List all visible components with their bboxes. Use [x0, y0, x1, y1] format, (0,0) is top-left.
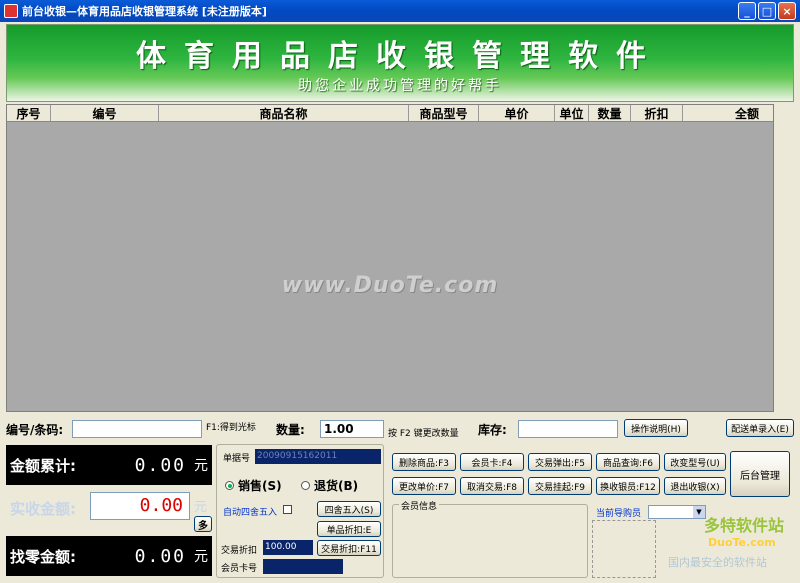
change-price-button[interactable]: 更改单价:F7	[392, 477, 456, 495]
trade-popup-button[interactable]: 交易弹出:F5	[528, 453, 592, 471]
col-name[interactable]: 商品名称	[159, 105, 409, 121]
col-model[interactable]: 商品型号	[409, 105, 479, 121]
member-card-input[interactable]	[263, 559, 343, 574]
total-label: 金额累计:	[10, 456, 76, 475]
exit-cashier-button[interactable]: 退出收银(X)	[664, 477, 726, 495]
trade-discount-input[interactable]: 100.00	[263, 540, 313, 555]
switch-cashier-button[interactable]: 换收银员:F12	[596, 477, 660, 495]
total-unit: 元	[194, 458, 208, 474]
suspend-trade-button[interactable]: 交易挂起:F9	[528, 477, 592, 495]
title-bar: 前台收银—体育用品店收银管理系统 [未注册版本] _ □ ×	[0, 0, 800, 22]
batch-entry-button[interactable]: 配送单录入(E)	[726, 419, 794, 437]
delete-item-button[interactable]: 删除商品:F3	[392, 453, 456, 471]
member-card-button[interactable]: 会员卡:F4	[460, 453, 524, 471]
code-input[interactable]	[72, 420, 202, 438]
change-model-button[interactable]: 改变型号(U)	[664, 453, 726, 471]
paid-unit: 元	[194, 500, 208, 515]
cancel-trade-button[interactable]: 取消交易:F8	[460, 477, 524, 495]
total-panel: 金额累计: 0.00 元	[6, 445, 212, 485]
sales-person-photo	[592, 520, 656, 578]
bill-label: 单据号	[223, 454, 251, 464]
site-logo: 多特软件站 DuoTe.com 国内最安全的软件站	[668, 510, 796, 578]
trade-discount-button[interactable]: 交易折扣:F11	[317, 540, 381, 556]
auto-round-label: 自动四舍五入	[223, 508, 278, 518]
trade-discount-label: 交易折扣	[221, 546, 258, 556]
member-info-group: 会员信息	[392, 499, 588, 578]
change-unit: 元	[194, 549, 208, 565]
col-index[interactable]: 序号	[7, 105, 51, 121]
return-label: 退货(B)	[314, 479, 359, 493]
banner-subtitle: 助您企业成功管理的好帮手	[298, 78, 502, 94]
product-query-button[interactable]: 商品查询:F6	[596, 453, 660, 471]
member-info-label: 会员信息	[399, 499, 440, 512]
site-logo-slogan: 国内最安全的软件站	[668, 556, 767, 569]
col-unit[interactable]: 单位	[555, 105, 589, 121]
col-price[interactable]: 单价	[479, 105, 555, 121]
window-title: 前台收银—体育用品店收银管理系统 [未注册版本]	[22, 5, 267, 18]
backend-button[interactable]: 后台管理	[730, 451, 790, 497]
member-card-label: 会员卡号	[221, 564, 258, 574]
banner-title: 体育用品店收银管理软件	[136, 39, 664, 74]
sales-person-label: 当前导购员	[596, 509, 642, 519]
grid-header: 序号 编号 商品名称 商品型号 单价 单位 数量 折扣 全额	[7, 105, 773, 122]
minimize-button[interactable]: _	[738, 2, 756, 20]
bill-group: 单据号 20090915162011 销售(S) 退货(B) 自动四舍五入 四舍…	[216, 444, 384, 578]
paid-label: 实收金额:	[10, 500, 76, 518]
stock-field	[518, 420, 618, 438]
stock-label: 库存:	[478, 423, 507, 437]
more-button[interactable]: 多	[194, 516, 212, 532]
round-button[interactable]: 四舍五入(S)	[317, 501, 381, 517]
item-discount-button[interactable]: 单品折扣:E	[317, 521, 381, 537]
help-button[interactable]: 操作说明(H)	[624, 419, 688, 437]
code-label: 编号/条码:	[6, 423, 64, 437]
qty-label: 数量:	[276, 423, 305, 437]
col-code[interactable]: 编号	[51, 105, 159, 121]
sales-grid[interactable]: 序号 编号 商品名称 商品型号 单价 单位 数量 折扣 全额 www.DuoTe…	[6, 104, 774, 412]
change-panel: 找零金额: 0.00 元	[6, 536, 212, 576]
total-value: 0.00	[134, 454, 186, 476]
paid-input[interactable]: 0.00	[90, 492, 190, 520]
qty-hint: 按 F2 键更改数量	[388, 429, 459, 439]
watermark: www.DuoTe.com	[281, 273, 499, 298]
col-qty[interactable]: 数量	[589, 105, 631, 121]
return-radio[interactable]: 退货(B)	[301, 477, 358, 494]
app-banner: 体育用品店收银管理软件 助您企业成功管理的好帮手	[6, 24, 794, 102]
change-label: 找零金额:	[10, 547, 76, 566]
bill-number: 20090915162011	[255, 449, 381, 464]
code-hint: F1:得到光标	[206, 423, 256, 433]
sale-label: 销售(S)	[238, 479, 282, 493]
app-icon	[4, 4, 18, 18]
close-button[interactable]: ×	[778, 2, 796, 20]
site-logo-domain: DuoTe.com	[708, 536, 776, 549]
auto-round-checkbox[interactable]	[283, 505, 292, 514]
col-discount[interactable]: 折扣	[631, 105, 683, 121]
maximize-button[interactable]: □	[758, 2, 776, 20]
change-value: 0.00	[134, 545, 186, 567]
sale-radio[interactable]: 销售(S)	[225, 477, 282, 494]
col-amount[interactable]: 全额	[683, 105, 763, 121]
qty-input[interactable]: 1.00	[320, 420, 384, 438]
entry-row: 编号/条码: F1:得到光标 数量: 1.00 按 F2 键更改数量 库存: 操…	[6, 418, 794, 440]
site-logo-text: 多特软件站	[704, 516, 785, 535]
paid-panel: 实收金额: 0.00 元 多	[6, 488, 212, 532]
